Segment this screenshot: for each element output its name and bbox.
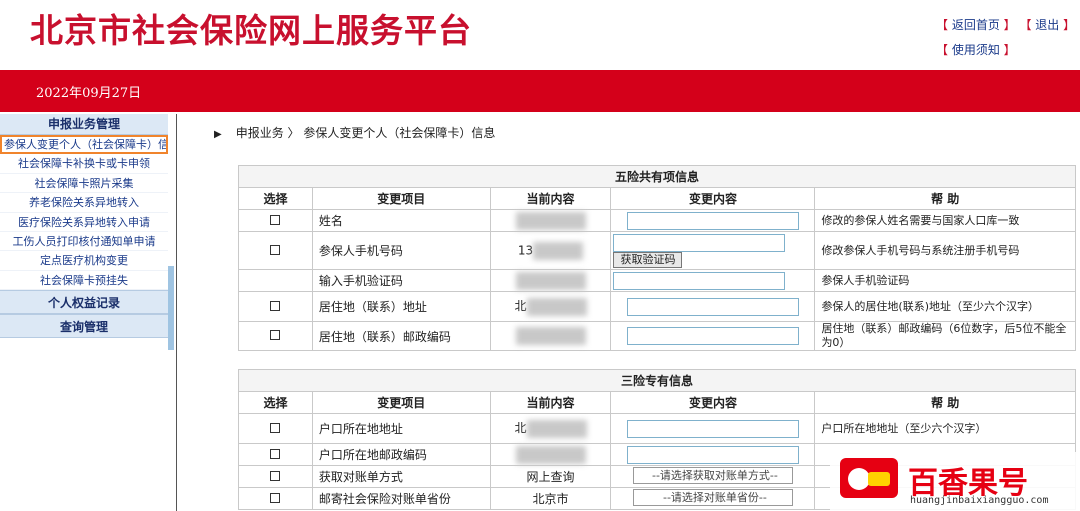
change-item-label: 居住地（联系）地址	[311, 291, 491, 322]
verification-code-input[interactable]	[613, 271, 786, 290]
table-caption: 三险专有信息	[238, 369, 1076, 392]
change-item-label: 居住地（联系）邮政编码	[311, 321, 491, 351]
sidebar-section-query[interactable]: 查询管理	[0, 314, 168, 339]
sidebar-item-injury-notice[interactable]: 工伤人员打印核付通知单申请	[0, 232, 168, 252]
sidebar-section-personal-records[interactable]: 个人权益记录	[0, 290, 168, 315]
current-value-redacted	[515, 327, 586, 345]
breadcrumb-text: 申报业务 〉 参保人变更个人（社会保障卡）信息	[235, 126, 496, 140]
current-value-redacted	[526, 419, 587, 438]
watermark: 百香果号 huangjinbaixiangguo.com	[830, 452, 1080, 511]
table-row: 姓名 修改的参保人姓名需要与国家人口库一致	[238, 209, 1076, 232]
column-header: 选择	[238, 187, 313, 210]
current-date: 2022年09月27日	[36, 86, 142, 101]
current-value: 网上查询	[489, 465, 612, 488]
help-text: 参保人手机验证码	[814, 269, 1076, 292]
table-row: 居住地（联系）邮政编码 居住地（联系）邮政编码（6位数字，后5位不能全为0）	[238, 321, 1076, 351]
household-postcode-input[interactable]	[626, 445, 799, 464]
sidebar-item-card-photo[interactable]: 社会保障卡照片采集	[0, 174, 168, 194]
site-title: 北京市社会保险网上服务平台	[30, 11, 472, 50]
residence-postcode-input[interactable]	[626, 327, 799, 345]
name-input[interactable]	[626, 211, 799, 230]
breadcrumb: ▶ 申报业务 〉 参保人变更个人（社会保障卡）信息	[214, 124, 495, 141]
logout-link[interactable]: 退出	[1035, 18, 1059, 32]
get-verification-code-button[interactable]: 获取验证码	[613, 251, 683, 268]
select-checkbox[interactable]	[270, 300, 281, 311]
sidebar: 申报业务管理 参保人变更个人（社会保障卡）信 社会保障卡补换卡或卡申领 社会保障…	[0, 114, 168, 511]
phone-input[interactable]	[613, 233, 786, 252]
sidebar-item-card-loss[interactable]: 社会保障卡预挂失	[0, 271, 168, 291]
select-checkbox[interactable]	[270, 492, 281, 503]
current-value: 北京市	[489, 487, 612, 510]
help-text: 户口所在地地址（至少六个汉字）	[814, 413, 1076, 444]
usage-notes-link[interactable]: 使用须知	[952, 43, 1000, 57]
sidebar-divider	[176, 114, 177, 511]
current-value-redacted	[515, 445, 586, 464]
select-checkbox[interactable]	[270, 330, 281, 340]
header-bar	[0, 70, 1080, 112]
help-text: 参保人的居住地(联系)地址（至少六个汉字）	[814, 291, 1076, 322]
column-header: 变更内容	[610, 391, 816, 414]
five-insurance-table: 五险共有项信息 选择 变更项目 当前内容 变更内容 帮 助 姓名 修改的参保人姓…	[238, 165, 1076, 351]
change-item-label: 户口所在地地址	[311, 413, 491, 444]
sidebar-section-declaration[interactable]: 申报业务管理	[0, 114, 168, 135]
change-item-label: 户口所在地邮政编码	[311, 443, 491, 466]
column-header: 当前内容	[489, 187, 612, 210]
current-value: 北	[514, 421, 527, 436]
column-header: 选择	[238, 391, 313, 414]
sidebar-collapse-handle[interactable]	[168, 266, 174, 350]
table-caption: 五险共有项信息	[238, 165, 1076, 188]
select-checkbox[interactable]	[270, 470, 281, 481]
current-value: 13	[517, 243, 534, 257]
table-row: 参保人手机号码 13 获取验证码 修改参保人手机号码与系统注册手机号码	[238, 231, 1076, 270]
sidebar-item-hospital-change[interactable]: 定点医疗机构变更	[0, 251, 168, 271]
column-header: 帮 助	[814, 187, 1076, 210]
column-header: 帮 助	[814, 391, 1076, 414]
sidebar-item-medical-transfer[interactable]: 医疗保险关系异地转入申请	[0, 213, 168, 232]
select-checkbox[interactable]	[270, 422, 281, 433]
sidebar-item-pension-transfer[interactable]: 养老保险关系异地转入	[0, 193, 168, 213]
help-text: 修改的参保人姓名需要与国家人口库一致	[814, 209, 1076, 232]
home-link[interactable]: 返回首页	[952, 18, 1000, 32]
change-item-label: 姓名	[311, 209, 491, 232]
page-header: 北京市社会保险网上服务平台 【 返回首页 】 【 退出 】 【 使用须知 】	[0, 0, 1080, 70]
sidebar-item-change-personal-info[interactable]: 参保人变更个人（社会保障卡）信	[0, 135, 168, 155]
change-item-label: 参保人手机号码	[311, 231, 491, 270]
top-links: 【 返回首页 】 【 退出 】 【 使用须知 】	[936, 18, 1076, 57]
watermark-logo-icon	[840, 458, 898, 498]
current-value-redacted	[515, 271, 586, 290]
statement-method-select[interactable]: --请选择获取对账单方式--	[632, 466, 793, 484]
current-value-redacted	[533, 241, 584, 260]
select-checkbox[interactable]	[270, 244, 281, 255]
table-row: 居住地（联系）地址 北 参保人的居住地(联系)地址（至少六个汉字）	[238, 291, 1076, 322]
play-arrow-icon: ▶	[214, 129, 222, 140]
table-row: 户口所在地地址 北 户口所在地地址（至少六个汉字）	[238, 413, 1076, 444]
help-text: 居住地（联系）邮政编码（6位数字，后5位不能全为0）	[814, 321, 1076, 351]
residence-address-input[interactable]	[626, 297, 799, 316]
column-header: 变更项目	[311, 391, 491, 414]
column-header: 变更内容	[610, 187, 816, 210]
select-checkbox[interactable]	[270, 448, 281, 459]
help-text: 修改参保人手机号码与系统注册手机号码	[814, 231, 1076, 270]
current-value-redacted	[526, 297, 587, 316]
change-item-label: 邮寄社会保险对账单省份	[311, 487, 491, 510]
column-header: 当前内容	[489, 391, 612, 414]
table-row: 输入手机验证码 参保人手机验证码	[238, 269, 1076, 292]
change-item-label: 获取对账单方式	[311, 465, 491, 488]
watermark-url: huangjinbaixiangguo.com	[910, 495, 1049, 506]
column-header: 变更项目	[311, 187, 491, 210]
select-checkbox[interactable]	[270, 214, 281, 225]
change-item-label: 输入手机验证码	[311, 269, 491, 292]
current-value: 北	[514, 299, 527, 314]
household-address-input[interactable]	[626, 419, 799, 438]
sidebar-item-card-replacement[interactable]: 社会保障卡补换卡或卡申领	[0, 154, 168, 174]
current-value-redacted	[515, 211, 586, 230]
statement-province-select[interactable]: --请选择对账单省份--	[632, 488, 793, 506]
